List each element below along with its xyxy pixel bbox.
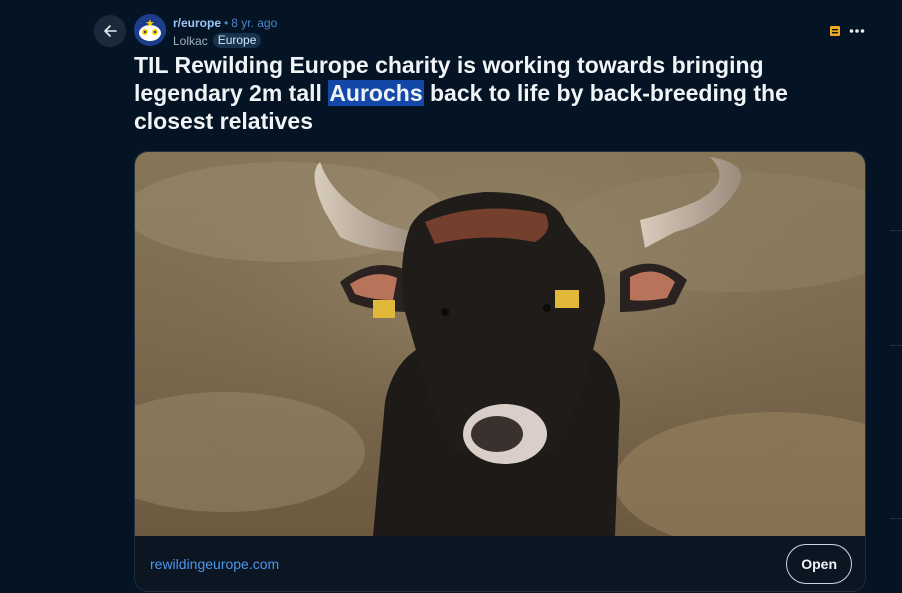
link-bar: rewildingeurope.com Open	[135, 536, 865, 591]
subreddit-link[interactable]: r/europe	[173, 16, 221, 30]
domain-link[interactable]: rewildingeurope.com	[150, 556, 279, 572]
author-link[interactable]: Lolkac	[173, 34, 208, 48]
post-flair: Europe	[212, 33, 262, 48]
right-rail-edge	[890, 0, 902, 593]
post-image[interactable]	[135, 152, 866, 536]
post-meta: r/europe • 8 yr. ago Lolkac Europe	[173, 16, 277, 48]
title-highlight: Aurochs	[328, 80, 424, 106]
back-button[interactable]	[94, 15, 126, 47]
post-view: r/europe • 8 yr. ago Lolkac Europe TIL Rew…	[0, 0, 902, 593]
link-preview-card[interactable]: rewildingeurope.com Open	[134, 151, 866, 592]
archive-save-icon[interactable]	[829, 25, 841, 37]
meta-separator: •	[224, 16, 229, 30]
more-options-icon[interactable]	[848, 25, 866, 37]
rail-divider	[890, 518, 902, 519]
post-age: 8 yr. ago	[231, 16, 278, 30]
post-title[interactable]: TIL Rewilding Europe charity is working …	[134, 51, 854, 135]
open-link-button[interactable]: Open	[786, 544, 852, 584]
subreddit-avatar-icon[interactable]	[134, 14, 166, 46]
rail-divider	[890, 230, 902, 231]
back-arrow-icon	[104, 25, 117, 37]
rail-divider	[890, 345, 902, 346]
